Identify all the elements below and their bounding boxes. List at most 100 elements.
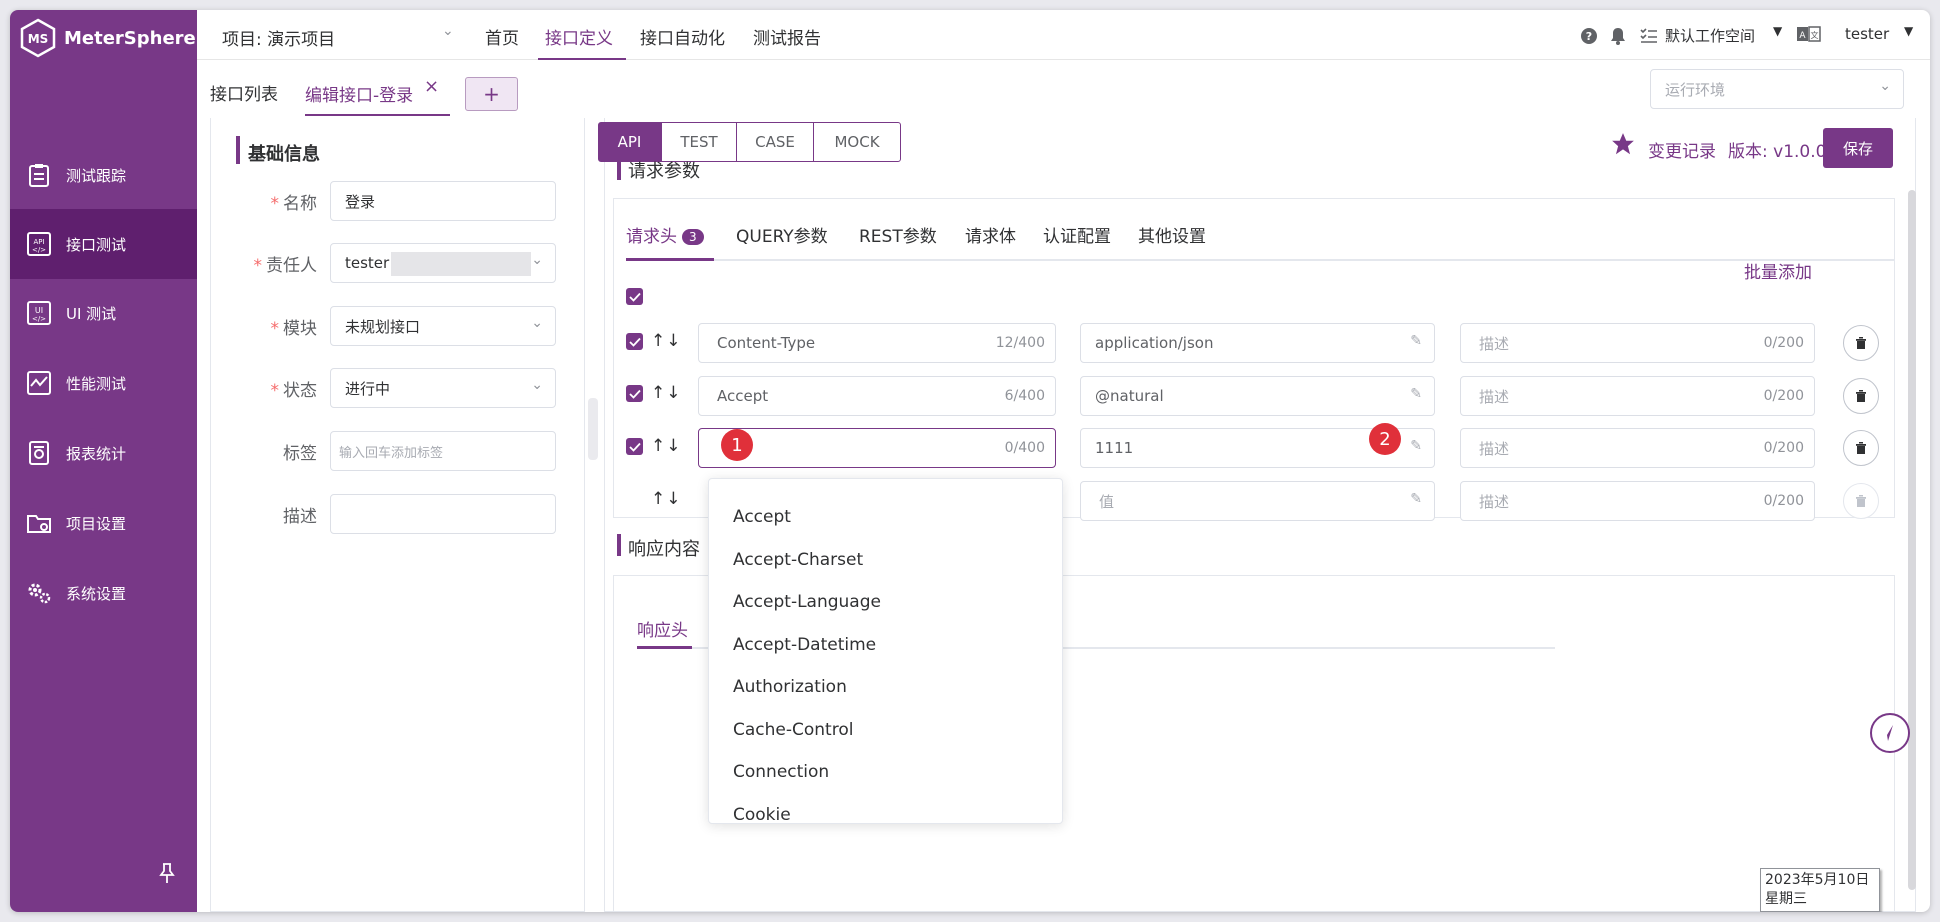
project-selector[interactable]: 项目: 演示项目 [222,25,335,50]
reorder-arrows-icon[interactable]: ↑↓ [651,383,682,403]
mode-mock-button[interactable]: MOCK [813,122,901,162]
name-label: * 名称 [270,194,318,214]
desc-textarea[interactable] [330,494,556,534]
module-label: * 模块 [270,319,318,339]
header-desc-input[interactable]: 描述 0/200 [1460,323,1815,363]
sidebar-item-test-track[interactable]: 测试跟踪 [10,140,197,210]
edit-pencil-icon[interactable]: ✎ [1410,438,1422,454]
sidebar-item-api-test[interactable]: API </> 接口测试 [10,209,197,279]
header-value-input[interactable]: application/json ✎ [1080,323,1435,363]
sidebar: MS MeterSphere 测试跟踪 API </> 接口测试 UI </> UI… [10,10,197,912]
row-checkbox[interactable] [626,438,643,455]
star-icon[interactable] [1610,131,1636,161]
language-icon[interactable]: A文 [1797,26,1821,47]
add-tab-button[interactable]: + [465,77,518,111]
nav-api-definition[interactable]: 接口定义 [545,24,613,49]
tag-input[interactable]: 输入回车添加标签 [330,431,556,471]
bell-icon[interactable] [1610,27,1626,50]
dropdown-option[interactable]: Accept [733,507,791,527]
reorder-arrows-icon[interactable]: ↑↓ [651,436,682,456]
trash-icon [1856,442,1866,454]
tab-api-list[interactable]: 接口列表 [210,80,278,105]
user-caret-down-icon[interactable]: ▼ [1904,24,1913,38]
change-log-link[interactable]: 变更记录 [1648,137,1716,162]
header-name-input[interactable]: Accept 6/400 [698,376,1056,416]
sidebar-item-system-settings[interactable]: 系统设置 [10,558,197,628]
header-name-input[interactable]: Content-Type 12/400 [698,323,1056,363]
chevron-down-icon: ⌄ [1879,78,1891,94]
subtab-divider [626,259,1894,261]
workspace-selector[interactable]: 默认工作空间 [1665,25,1755,46]
delete-row-button[interactable] [1843,378,1879,414]
char-count: 12/400 [995,335,1045,351]
dropdown-option[interactable]: Cookie [733,805,791,823]
owner-select[interactable]: tester ⌄ [330,243,556,283]
reorder-arrows-icon[interactable]: ↑↓ [651,331,682,351]
dropdown-option[interactable]: Authorization [733,677,847,697]
sidebar-item-performance-test[interactable]: 性能测试 [10,348,197,418]
subtab-auth[interactable]: 认证配置 [1043,222,1111,247]
row-checkbox[interactable] [626,385,643,402]
dropdown-option[interactable]: Cache-Control [733,720,853,740]
header-desc-input[interactable]: 描述 0/200 [1460,376,1815,416]
nav-test-report[interactable]: 测试报告 [753,24,821,49]
edit-pencil-icon[interactable]: ✎ [1410,333,1422,349]
mode-case-button[interactable]: CASE [736,122,814,162]
delete-row-button[interactable] [1843,325,1879,361]
name-input[interactable]: 登录 [330,181,556,221]
header-desc-input[interactable]: 描述 0/200 [1460,428,1815,468]
sidebar-item-project-settings[interactable]: 项目设置 [10,488,197,558]
section-bar [236,136,240,164]
response-headers-tab[interactable]: 响应头 [637,616,688,641]
nav-home[interactable]: 首页 [485,24,519,49]
nav-api-automation[interactable]: 接口自动化 [640,24,725,49]
batch-add-link[interactable]: 批量添加 [1744,258,1812,283]
chevron-down-icon[interactable]: ⌄ [442,23,454,39]
pin-icon[interactable] [158,862,176,888]
compass-icon [1887,725,1893,741]
subtab-rest[interactable]: REST参数 [859,222,937,247]
module-select[interactable]: 未规划接口 ⌄ [330,306,556,346]
subtab-other[interactable]: 其他设置 [1138,222,1206,247]
desc-placeholder: 描述 [1479,334,1510,353]
header-value-input[interactable]: 值 ✎ [1080,481,1435,521]
user-menu[interactable]: tester [1845,25,1889,43]
dropdown-option[interactable]: Accept-Charset [733,550,863,570]
panel-resize-handle[interactable] [588,398,598,460]
dropdown-option[interactable]: Connection [733,762,829,782]
header-value-input[interactable]: @natural ✎ [1080,376,1435,416]
mode-api-button[interactable]: API [598,122,661,162]
date-tooltip: 2023年5月10日 星期三 [1760,868,1880,912]
subtab-headers[interactable]: 请求头 3 [626,222,704,247]
header-desc-input[interactable]: 描述 0/200 [1460,481,1815,521]
subtab-body[interactable]: 请求体 [965,222,1016,247]
delete-row-button[interactable] [1843,430,1879,466]
tag-placeholder: 输入回车添加标签 [339,445,444,461]
save-button[interactable]: 保存 [1823,128,1893,168]
subtab-query[interactable]: QUERY参数 [736,222,828,247]
tab-close-icon[interactable]: × [424,76,439,97]
status-select[interactable]: 进行中 ⌄ [330,368,556,408]
reorder-arrows-icon[interactable]: ↑↓ [651,489,682,509]
env-select[interactable]: 运行环境 ⌄ [1650,69,1904,109]
status-label: * 状态 [270,381,318,401]
version-label[interactable]: 版本: v1.0.0 [1728,137,1826,162]
char-count: 6/400 [1004,388,1045,404]
sidebar-item-ui-test[interactable]: UI </> UI 测试 [10,278,197,348]
caret-down-icon[interactable]: ▼ [1773,24,1782,38]
dropdown-option[interactable]: Accept-Datetime [733,635,876,655]
edit-pencil-icon[interactable]: ✎ [1410,491,1422,507]
tab-edit-api[interactable]: 编辑接口-登录 [305,81,413,106]
edit-pencil-icon[interactable]: ✎ [1410,386,1422,402]
tab-active-underline [305,114,450,116]
mode-test-button[interactable]: TEST [661,122,737,162]
dropdown-option[interactable]: Accept-Language [733,592,881,612]
select-all-checkbox[interactable] [626,288,643,305]
trash-icon [1856,337,1866,349]
row-checkbox[interactable] [626,333,643,350]
help-icon[interactable]: ? [1580,27,1598,50]
vertical-scrollbar[interactable] [1908,190,1916,890]
sidebar-item-report[interactable]: 报表统计 [10,418,197,488]
chevron-down-icon: ⌄ [531,377,543,393]
compass-button[interactable] [1870,713,1910,753]
